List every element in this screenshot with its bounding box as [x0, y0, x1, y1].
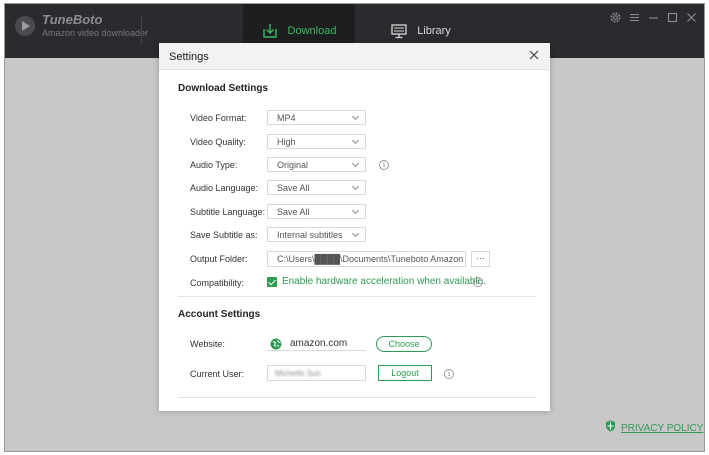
- compatibility-label: Compatibility:: [190, 278, 245, 288]
- privacy-policy-link[interactable]: PRIVACY POLICY: [605, 419, 703, 437]
- website-value: amazon.com: [290, 338, 348, 349]
- video-format-select[interactable]: MP4: [267, 110, 366, 125]
- minimize-icon[interactable]: [647, 11, 660, 24]
- close-icon[interactable]: [685, 11, 698, 24]
- info-icon[interactable]: i: [444, 369, 454, 379]
- video-quality-value: High: [277, 137, 296, 147]
- chevron-down-icon: [351, 206, 360, 215]
- window-controls: [609, 11, 698, 24]
- tab-library-label: Library: [417, 25, 451, 37]
- tab-download-label: Download: [287, 25, 337, 37]
- website-field: amazon.com: [267, 335, 366, 351]
- video-format-value: MP4: [277, 113, 296, 123]
- account-settings-title: Account Settings: [178, 309, 261, 320]
- chevron-down-icon: [351, 112, 360, 121]
- audio-language-label: Audio Language:: [190, 183, 259, 193]
- audio-type-label: Audio Type:: [190, 160, 238, 170]
- dialog-title: Settings: [169, 51, 209, 63]
- current-user-value: Michelle Sun: [275, 369, 321, 378]
- output-folder-value: C:\Users\████\Documents\Tuneboto Amazon: [277, 254, 464, 264]
- menu-icon[interactable]: [628, 11, 641, 24]
- globe-icon: [270, 337, 282, 355]
- dialog-header: Settings: [159, 43, 550, 70]
- shield-icon: [605, 419, 616, 437]
- video-quality-select[interactable]: High: [267, 134, 366, 149]
- subtitle-language-value: Save All: [277, 207, 310, 217]
- section-divider: [178, 296, 536, 297]
- download-settings-title: Download Settings: [178, 83, 268, 94]
- video-format-label: Video Format:: [190, 113, 247, 123]
- video-quality-label: Video Quality:: [190, 137, 246, 147]
- browse-folder-button[interactable]: ···: [471, 251, 490, 267]
- hardware-acceleration-label[interactable]: Enable hardware acceleration when availa…: [282, 276, 486, 287]
- gear-icon[interactable]: [609, 11, 622, 24]
- info-icon[interactable]: i: [473, 277, 483, 287]
- section-divider: [178, 397, 536, 398]
- settings-dialog: Settings Download Settings Video Format:…: [159, 43, 550, 411]
- hardware-acceleration-checkbox[interactable]: [267, 277, 277, 287]
- save-subtitle-value: Internal subtitles: [277, 230, 343, 240]
- chevron-down-icon: [351, 182, 360, 191]
- audio-type-value: Original: [277, 160, 309, 170]
- choose-button[interactable]: Choose: [376, 336, 432, 352]
- chevron-down-icon: [351, 229, 360, 238]
- app-subtitle: Amazon video downloader: [42, 28, 149, 38]
- dialog-close-button[interactable]: [527, 48, 541, 62]
- maximize-icon[interactable]: [666, 11, 679, 24]
- app-logo-icon: [15, 16, 35, 36]
- download-icon: [262, 23, 278, 39]
- current-user-field: Michelle Sun: [267, 365, 366, 381]
- subtitle-language-label: Subtitle Language:: [190, 207, 266, 217]
- save-subtitle-label: Save Subtitle as:: [190, 230, 258, 240]
- close-icon: [529, 50, 539, 60]
- app-name: TuneBoto: [42, 12, 103, 27]
- output-folder-input[interactable]: C:\Users\████\Documents\Tuneboto Amazon: [267, 251, 466, 267]
- logout-button[interactable]: Logout: [378, 365, 432, 381]
- audio-type-select[interactable]: Original: [267, 157, 366, 172]
- save-subtitle-select[interactable]: Internal subtitles: [267, 227, 366, 242]
- current-user-label: Current User:: [190, 369, 245, 379]
- audio-language-value: Save All: [277, 183, 310, 193]
- info-icon[interactable]: i: [379, 160, 389, 170]
- chevron-down-icon: [351, 159, 360, 168]
- website-label: Website:: [190, 339, 225, 349]
- subtitle-language-select[interactable]: Save All: [267, 204, 366, 219]
- titlebar-divider: [141, 16, 142, 44]
- privacy-policy-label: PRIVACY POLICY: [621, 422, 704, 434]
- monitor-icon: [391, 23, 407, 39]
- output-folder-label: Output Folder:: [190, 254, 248, 264]
- audio-language-select[interactable]: Save All: [267, 180, 366, 195]
- chevron-down-icon: [351, 136, 360, 145]
